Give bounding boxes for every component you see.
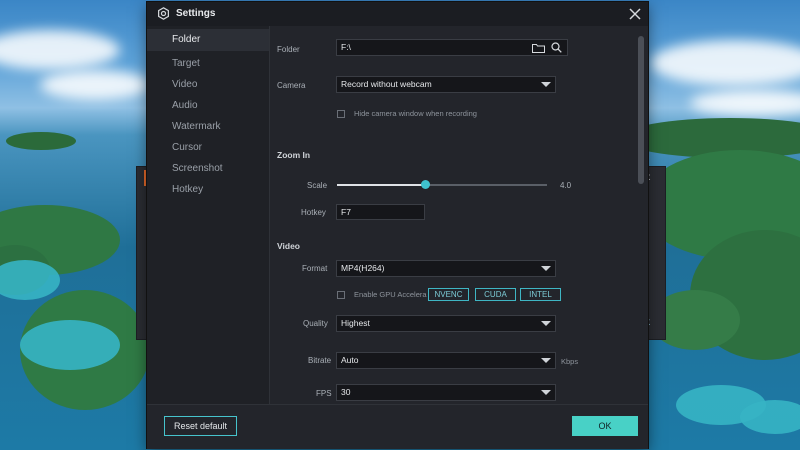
bitrate-select[interactable]: Auto [336, 352, 556, 369]
scale-label: Scale [307, 181, 328, 190]
gpu-option-nvenc[interactable]: NVENC [428, 288, 469, 301]
bitrate-select-value: Auto [341, 355, 359, 365]
camera-select-value: Record without webcam [341, 79, 432, 89]
zoom-section-title: Zoom In [277, 150, 311, 160]
gpu-acceleration-checkbox[interactable] [337, 291, 345, 299]
dialog-footer: Reset default OK [147, 404, 648, 449]
video-section-title: Video [277, 241, 300, 251]
gpu-option-intel[interactable]: INTEL [520, 288, 561, 301]
settings-gear-icon [158, 7, 169, 20]
folder-icon[interactable] [532, 43, 545, 53]
chevron-down-icon [541, 390, 551, 395]
scale-slider-handle[interactable] [420, 180, 430, 189]
chevron-down-icon [541, 321, 551, 326]
gpu-acceleration-label: Enable GPU Accelera [354, 290, 427, 299]
scale-value: 4.0 [560, 181, 572, 190]
ok-button[interactable]: OK [572, 416, 638, 436]
sidebar-item-target[interactable]: Target [147, 53, 269, 75]
hide-camera-label: Hide camera window when recording [354, 109, 477, 118]
content-scrollbar[interactable] [634, 26, 648, 404]
quality-label: Quality [303, 319, 328, 328]
bitrate-unit: Kbps [561, 357, 579, 366]
sidebar-item-folder[interactable]: Folder [147, 29, 269, 51]
scrollbar-thumb[interactable] [638, 36, 644, 184]
scale-slider[interactable] [337, 180, 547, 189]
folder-path-value: F:\ [341, 42, 351, 52]
gpu-option-cuda[interactable]: CUDA [475, 288, 516, 301]
fps-label: FPS [316, 389, 332, 398]
fps-select[interactable]: 30 [336, 384, 556, 401]
search-icon[interactable] [551, 42, 562, 53]
settings-sidebar: Folder Target Video Audio Watermark Curs… [147, 26, 270, 404]
sidebar-item-video[interactable]: Video [147, 74, 269, 96]
settings-content: Folder F:\ Camera Record without webcam … [270, 26, 634, 404]
title-bar: Settings [147, 2, 648, 26]
fps-select-value: 30 [341, 387, 351, 397]
camera-select[interactable]: Record without webcam [336, 76, 556, 93]
chevron-down-icon [541, 358, 551, 363]
scale-slider-fill [337, 184, 426, 186]
close-icon[interactable] [626, 5, 644, 23]
sidebar-item-watermark[interactable]: Watermark [147, 116, 269, 138]
settings-dialog: Settings Folder Target Video Audio Water… [147, 2, 648, 449]
quality-select-value: Highest [341, 318, 370, 328]
bitrate-label: Bitrate [308, 356, 332, 365]
hide-camera-checkbox[interactable] [337, 110, 345, 118]
hotkey-label: Hotkey [301, 208, 326, 217]
sidebar-item-hotkey[interactable]: Hotkey [147, 179, 269, 201]
folder-path-field[interactable]: F:\ [336, 39, 568, 56]
format-select[interactable]: MP4(H264) [336, 260, 556, 277]
format-select-value: MP4(H264) [341, 263, 385, 273]
hotkey-input[interactable]: F7 [336, 204, 425, 220]
sidebar-item-audio[interactable]: Audio [147, 95, 269, 117]
dialog-title: Settings [176, 8, 216, 19]
quality-select[interactable]: Highest [336, 315, 556, 332]
reset-default-button[interactable]: Reset default [164, 416, 237, 436]
sidebar-item-cursor[interactable]: Cursor [147, 137, 269, 159]
chevron-down-icon [541, 266, 551, 271]
chevron-down-icon [541, 82, 551, 87]
sidebar-item-screenshot[interactable]: Screenshot [147, 158, 269, 180]
folder-label: Folder [277, 45, 300, 54]
camera-label: Camera [277, 81, 306, 90]
format-label: Format [302, 264, 328, 273]
